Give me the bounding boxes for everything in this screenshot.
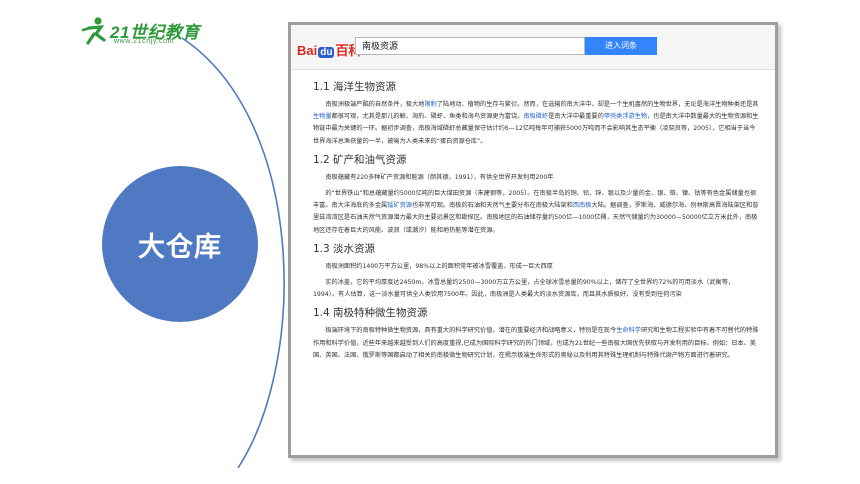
paragraph-freshwater: 实的冰盖，它的平均厚度达2450m，冰雪总量约2500—3000万立方公里，占全… bbox=[313, 279, 735, 299]
paragraph-minerals: 的“世界铁山”和总蕴藏量约5000亿吨的巨大煤田资源（朱建钢等，2005）。在南… bbox=[313, 190, 759, 234]
link-west-antarctica[interactable]: 西南极 bbox=[573, 202, 592, 209]
section-heading: 1.1 海洋生物资源 bbox=[313, 81, 397, 93]
section-heading: 1.2 矿产和油气资源 bbox=[313, 153, 407, 166]
topic-circle: 大仓库 bbox=[102, 166, 258, 322]
paragraph-freshwater-intro: 南极洲面积约1400万平方公里，98%以上的面积常年被冰雪覆盖，形成一巨大西厚 bbox=[313, 262, 553, 270]
paragraph-minerals-intro: 南极蕴藏有220多种矿产资源和能源（颜其德，1991）。有供全世界开发利用200… bbox=[313, 173, 554, 181]
link-life-science[interactable]: 生命科学 bbox=[616, 327, 641, 334]
baidu-paw-icon: du bbox=[318, 47, 335, 58]
article-content: 1.1 海洋生物资源 南极洲极端严酷的自然条件，极大地限制了陆地动、植物的生存与… bbox=[313, 75, 759, 366]
baidu-baike-logo[interactable]: Bai du 百科 bbox=[297, 40, 361, 59]
link-manganese[interactable]: 锰矿资源 bbox=[387, 202, 412, 209]
paragraph-marine: 南极洲极端严酷的自然条件，极大地限制了陆地动、植物的生存与繁衍。然而，在选输的南… bbox=[313, 101, 759, 145]
logo-url-text: www.21cnjy.com bbox=[114, 38, 175, 45]
topic-circle-label: 大仓库 bbox=[138, 231, 222, 263]
baidu-logo-bai: Bai bbox=[297, 43, 318, 58]
link-limit[interactable]: 限制 bbox=[424, 101, 436, 108]
link-plankton[interactable]: 甲壳类浮游生物 bbox=[604, 113, 647, 120]
runner-icon bbox=[81, 17, 106, 45]
search-input[interactable]: 南极资源 bbox=[355, 37, 585, 55]
link-biomass[interactable]: 生物量 bbox=[313, 113, 332, 120]
21cnjy-logo: 21世纪教育 www.21cnjy.com bbox=[80, 14, 200, 50]
section-heading: 1.4 南极特种微生物资源 bbox=[313, 307, 428, 320]
link-krill[interactable]: 南极磷虾 bbox=[523, 113, 548, 120]
section-heading: 1.3 淡水资源 bbox=[313, 242, 376, 255]
baike-screenshot: Bai du 百科 南极资源 进入词条 1.1 海洋生物资源 南极洲极端严酷的自然条… bbox=[288, 22, 778, 458]
baike-header: Bai du 百科 南极资源 进入词条 bbox=[291, 25, 775, 70]
enter-entry-button[interactable]: 进入词条 bbox=[585, 37, 657, 55]
paragraph-microbes: 极端环境下的南极特种微生物资源，具有重大的科学研究价值，潜在的重要经济和战略意义… bbox=[313, 327, 759, 359]
